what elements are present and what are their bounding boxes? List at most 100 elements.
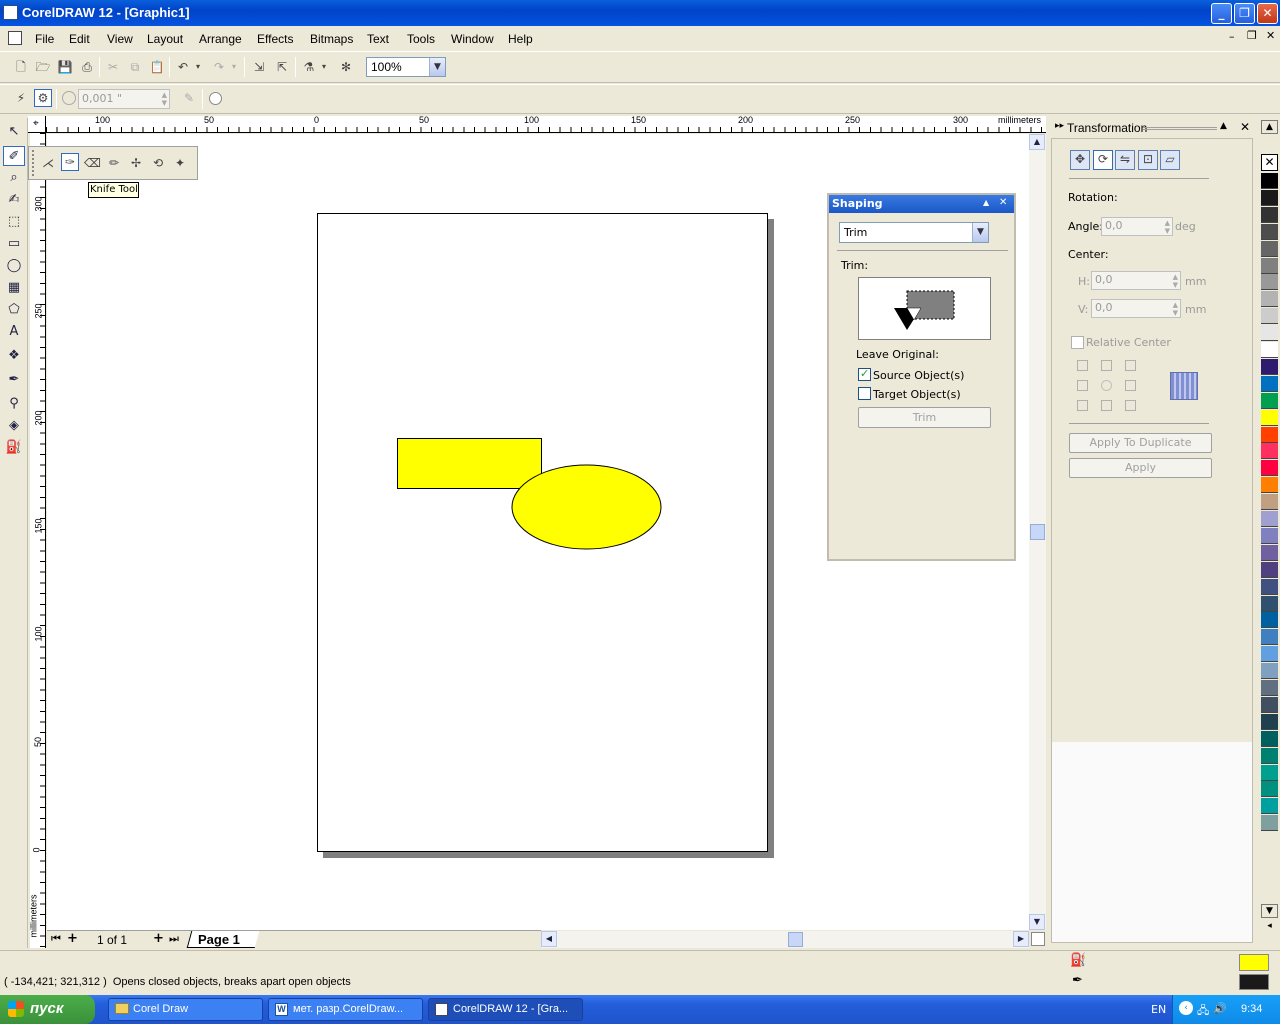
color-swatch[interactable]	[1261, 206, 1278, 223]
nudge-offset-field[interactable]: 0,001 " ▲ ▼	[78, 89, 170, 109]
outline-tool-icon[interactable]: ⚲	[3, 394, 25, 414]
no-color-swatch[interactable]: ✕	[1261, 154, 1278, 171]
zoom-levels-combo[interactable]: 100% ▼	[366, 57, 446, 77]
color-swatch[interactable]	[1261, 595, 1278, 612]
color-swatch[interactable]	[1261, 798, 1278, 815]
redo-icon[interactable]: ↷	[210, 58, 228, 76]
text-tool-icon[interactable]: A	[3, 322, 25, 342]
smudge-brush-icon[interactable]: ✏	[105, 154, 123, 172]
save-icon[interactable]: 💾	[56, 58, 74, 76]
application-launcher-icon[interactable]: ⚗	[300, 58, 318, 76]
interactive-fill-tool-icon[interactable]: ⛽	[3, 438, 25, 458]
snap-to-objects-icon[interactable]: ⚙	[34, 89, 52, 107]
apply-to-grid-icon[interactable]	[1170, 372, 1198, 400]
close-button[interactable]: ✕	[1257, 3, 1278, 24]
target-objects-checkbox[interactable]	[858, 387, 871, 400]
color-swatch[interactable]	[1261, 646, 1278, 663]
tray-expand-icon[interactable]: ‹	[1179, 1001, 1193, 1015]
color-swatch[interactable]	[1261, 494, 1278, 511]
menu-help[interactable]: Help	[508, 32, 533, 46]
fill-color-swatch[interactable]	[1239, 954, 1269, 971]
menu-window[interactable]: Window	[451, 32, 494, 46]
redo-dropdown-icon[interactable]: ▾	[229, 58, 239, 76]
print-icon[interactable]: ⎙	[78, 58, 96, 76]
task-word-document[interactable]: W мет. разр.CorelDraw...	[268, 998, 423, 1021]
document-icon[interactable]	[8, 31, 22, 45]
palette-scroll-up-icon[interactable]: ▲	[1261, 120, 1278, 134]
vertical-scrollbar[interactable]: ▲ ▼	[1029, 134, 1046, 930]
collapse-icon[interactable]: ▲	[1220, 121, 1227, 131]
spinner-icon[interactable]: ▲ ▼	[1173, 273, 1178, 289]
spinner-icon[interactable]: ▲ ▼	[1165, 219, 1170, 235]
scroll-right-icon[interactable]: ▶	[1013, 931, 1029, 947]
horizontal-scrollbar[interactable]: ◀ ▶	[541, 931, 1029, 948]
center-v-field[interactable]: 0,0 ▲ ▼	[1091, 299, 1181, 318]
color-swatch[interactable]	[1261, 257, 1278, 274]
trim-button[interactable]: Trim	[858, 407, 991, 428]
color-swatch[interactable]	[1261, 544, 1278, 561]
roughen-brush-icon[interactable]: ✢	[127, 154, 145, 172]
color-swatch[interactable]	[1261, 291, 1278, 308]
start-button[interactable]: пуск	[0, 995, 95, 1024]
docker-expand-icon[interactable]: ▸▸	[1055, 121, 1064, 131]
color-swatch[interactable]	[1261, 527, 1278, 544]
task-corel-draw-folder[interactable]: Corel Draw	[108, 998, 263, 1021]
pick-tool-icon[interactable]: ↖	[3, 122, 25, 142]
skew-icon[interactable]: ⏥	[1160, 150, 1180, 170]
menu-effects[interactable]: Effects	[257, 32, 293, 46]
maximize-button[interactable]: ❐	[1234, 3, 1255, 24]
chevron-down-icon[interactable]: ▼	[429, 58, 445, 76]
network-icon[interactable]: 🖧	[1197, 1002, 1209, 1021]
apply-to-duplicate-button[interactable]: Apply To Duplicate	[1069, 433, 1212, 453]
virtual-segment-delete-icon[interactable]: ✦	[171, 154, 189, 172]
anchor-grid[interactable]	[1077, 358, 1139, 411]
import-icon[interactable]: ⇲	[250, 58, 268, 76]
color-swatch[interactable]	[1261, 392, 1278, 409]
shape-tool-icon[interactable]: ✐	[3, 146, 25, 166]
open-icon[interactable]: 🗁	[34, 58, 52, 76]
task-coreldraw[interactable]: CorelDRAW 12 - [Gra...	[428, 998, 583, 1021]
last-page-icon[interactable]: ⏭	[169, 932, 179, 946]
free-transform-tool-icon[interactable]: ⟲	[149, 154, 167, 172]
volume-icon[interactable]: 🔊	[1213, 1002, 1227, 1015]
basic-shapes-tool-icon[interactable]: ⬠	[3, 300, 25, 320]
horizontal-ruler[interactable]: 100 50 0 50 100 150 200 250 300 millimet…	[46, 115, 1046, 133]
color-swatch[interactable]	[1261, 342, 1278, 358]
color-swatch[interactable]	[1261, 764, 1278, 781]
position-icon[interactable]: ✥	[1070, 150, 1090, 170]
nudge-spinner-icon[interactable]: ▲ ▼	[162, 91, 167, 107]
copy-icon[interactable]: ⧉	[126, 58, 144, 76]
rotate-icon[interactable]: ⟳	[1093, 150, 1113, 170]
close-icon[interactable]: ✕	[999, 197, 1007, 208]
relative-center-checkbox[interactable]	[1071, 336, 1084, 349]
shape-tool-icon[interactable]: ⋌	[39, 154, 57, 172]
color-swatch[interactable]	[1261, 173, 1278, 189]
zoom-corner-button[interactable]	[1031, 932, 1045, 946]
palette-expand-icon[interactable]: ◂	[1261, 920, 1278, 934]
color-swatch[interactable]	[1261, 680, 1278, 696]
close-icon[interactable]: ✕	[1240, 120, 1250, 134]
color-swatch[interactable]	[1261, 578, 1278, 595]
add-page-after-icon[interactable]: +	[153, 931, 164, 946]
collapse-icon[interactable]: ▲	[983, 198, 989, 207]
menu-tools[interactable]: Tools	[407, 32, 435, 46]
add-page-before-icon[interactable]: +	[67, 931, 78, 946]
menu-edit[interactable]: Edit	[69, 32, 90, 46]
palette-scroll-down-icon[interactable]: ▼	[1261, 904, 1278, 918]
scroll-left-icon[interactable]: ◀	[541, 931, 557, 947]
coreldraw-app-icon[interactable]	[3, 5, 18, 20]
zoom-tool-icon[interactable]: ⌕	[3, 168, 25, 188]
circle-icon[interactable]	[209, 92, 222, 105]
scale-mirror-icon[interactable]: ⇋	[1115, 150, 1135, 170]
yellow-rectangle[interactable]	[397, 438, 542, 489]
cut-icon[interactable]: ✂	[104, 58, 122, 76]
eraser-tool-icon[interactable]: ⌫	[83, 154, 101, 172]
fill-tool-icon[interactable]: ◈	[3, 416, 25, 436]
color-swatch[interactable]	[1261, 612, 1278, 629]
color-swatch[interactable]	[1261, 511, 1278, 527]
color-swatch[interactable]	[1261, 629, 1278, 646]
menu-view[interactable]: View	[107, 32, 133, 46]
doc-close-button[interactable]: ✕	[1266, 29, 1275, 42]
polygon-tool-icon[interactable]: ▦	[3, 278, 25, 298]
outline-icon[interactable]: ✎	[180, 89, 198, 107]
